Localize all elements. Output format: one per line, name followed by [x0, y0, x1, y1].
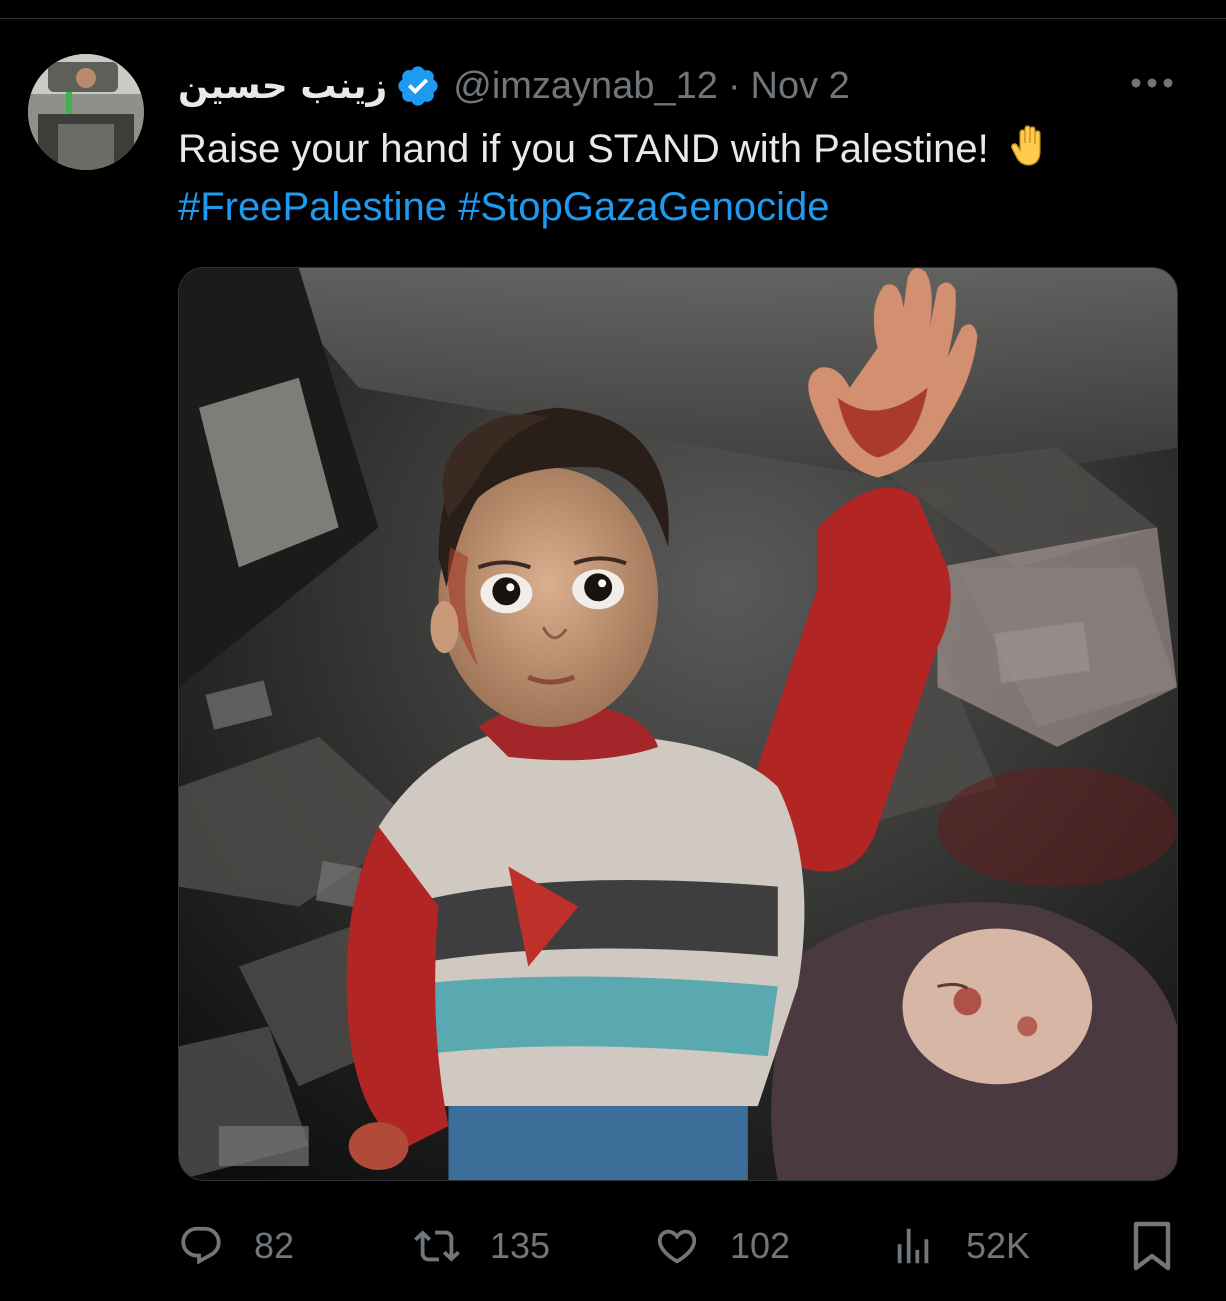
author-handle[interactable]: @imzaynab_12	[453, 65, 718, 108]
reply-bubble-icon	[181, 1226, 221, 1265]
avatar-photo	[28, 54, 144, 170]
hashtag-stop-gaza-genocide[interactable]: #StopGazaGenocide	[458, 185, 829, 229]
like-count: 102	[730, 1225, 791, 1266]
tweet-page: زينب حسين @imzaynab_12 · Nov 2 Raise you…	[0, 0, 1226, 1301]
heart-icon	[657, 1229, 697, 1264]
post-actions-bar: 82 135 102 52K	[178, 1216, 1178, 1276]
verified-badge-icon[interactable]	[395, 63, 441, 109]
post-text-line-1: Raise your hand if you STAND with Palest…	[178, 120, 1188, 178]
post-media-image[interactable]	[178, 267, 1178, 1181]
like-button[interactable]: 102	[654, 1216, 790, 1276]
post-body: Raise your hand if you STAND with Palest…	[178, 127, 989, 171]
views-bar-chart-icon	[897, 1228, 929, 1264]
reply-button[interactable]: 82	[178, 1216, 294, 1276]
bookmark-button[interactable]	[1130, 1220, 1174, 1272]
more-options-icon[interactable]	[1128, 70, 1176, 96]
views-count: 52K	[966, 1225, 1031, 1266]
repost-arrows-icon	[414, 1230, 460, 1262]
raised-hand-emoji-icon	[1008, 124, 1052, 168]
repost-button[interactable]: 135	[414, 1216, 550, 1276]
top-divider	[0, 18, 1226, 19]
separator-dot: ·	[727, 64, 741, 107]
hashtag-free-palestine[interactable]: #FreePalestine	[178, 185, 447, 229]
reply-count: 82	[254, 1225, 295, 1266]
author-avatar[interactable]	[28, 54, 144, 170]
repost-count: 135	[490, 1225, 551, 1266]
post-text: Raise your hand if you STAND with Palest…	[178, 120, 1188, 236]
post-header: زينب حسين @imzaynab_12 · Nov 2	[178, 60, 850, 112]
views-button[interactable]: 52K	[890, 1216, 1030, 1276]
author-display-name[interactable]: زينب حسين	[178, 66, 387, 107]
post-date[interactable]: Nov 2	[751, 65, 850, 108]
bookmark-icon	[1133, 1221, 1171, 1271]
media-photo	[179, 268, 1177, 1180]
post-text-line-2: #FreePalestine #StopGazaGenocide	[178, 178, 1188, 236]
